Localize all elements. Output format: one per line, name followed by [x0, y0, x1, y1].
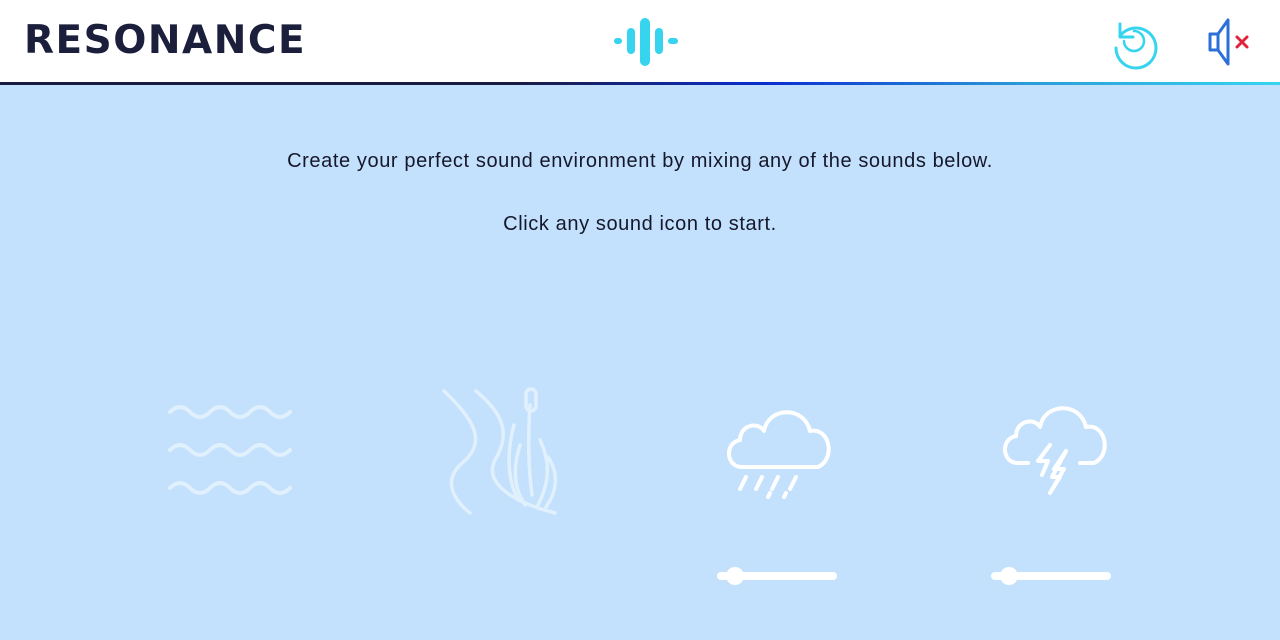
sound-waves[interactable] [160, 392, 300, 502]
sound-stream[interactable] [430, 385, 570, 520]
app-title: RESONANCE [24, 18, 307, 63]
rain-volume-slider[interactable] [717, 566, 837, 586]
rain-volume-thumb[interactable] [726, 567, 744, 585]
restart-icon[interactable] [1106, 14, 1162, 70]
app-header: RESONANCE [0, 0, 1280, 82]
waves-icon [168, 405, 292, 495]
waveform-icon [614, 18, 678, 66]
rain-cloud-icon [727, 410, 831, 499]
stream-reeds-icon [442, 387, 558, 515]
sound-rain[interactable] [718, 397, 838, 502]
speaker-muted-icon[interactable] [1202, 14, 1258, 70]
thunder-volume-slider[interactable] [991, 566, 1111, 586]
intro-text: Create your perfect sound environment by… [287, 150, 993, 172]
mixer-area: Create your perfect sound environment by… [0, 85, 1280, 640]
thunder-volume-thumb[interactable] [1000, 567, 1018, 585]
thunderstorm-icon [1003, 406, 1107, 495]
hint-text: Click any sound icon to start. [503, 213, 777, 235]
sound-thunder[interactable] [994, 395, 1114, 500]
